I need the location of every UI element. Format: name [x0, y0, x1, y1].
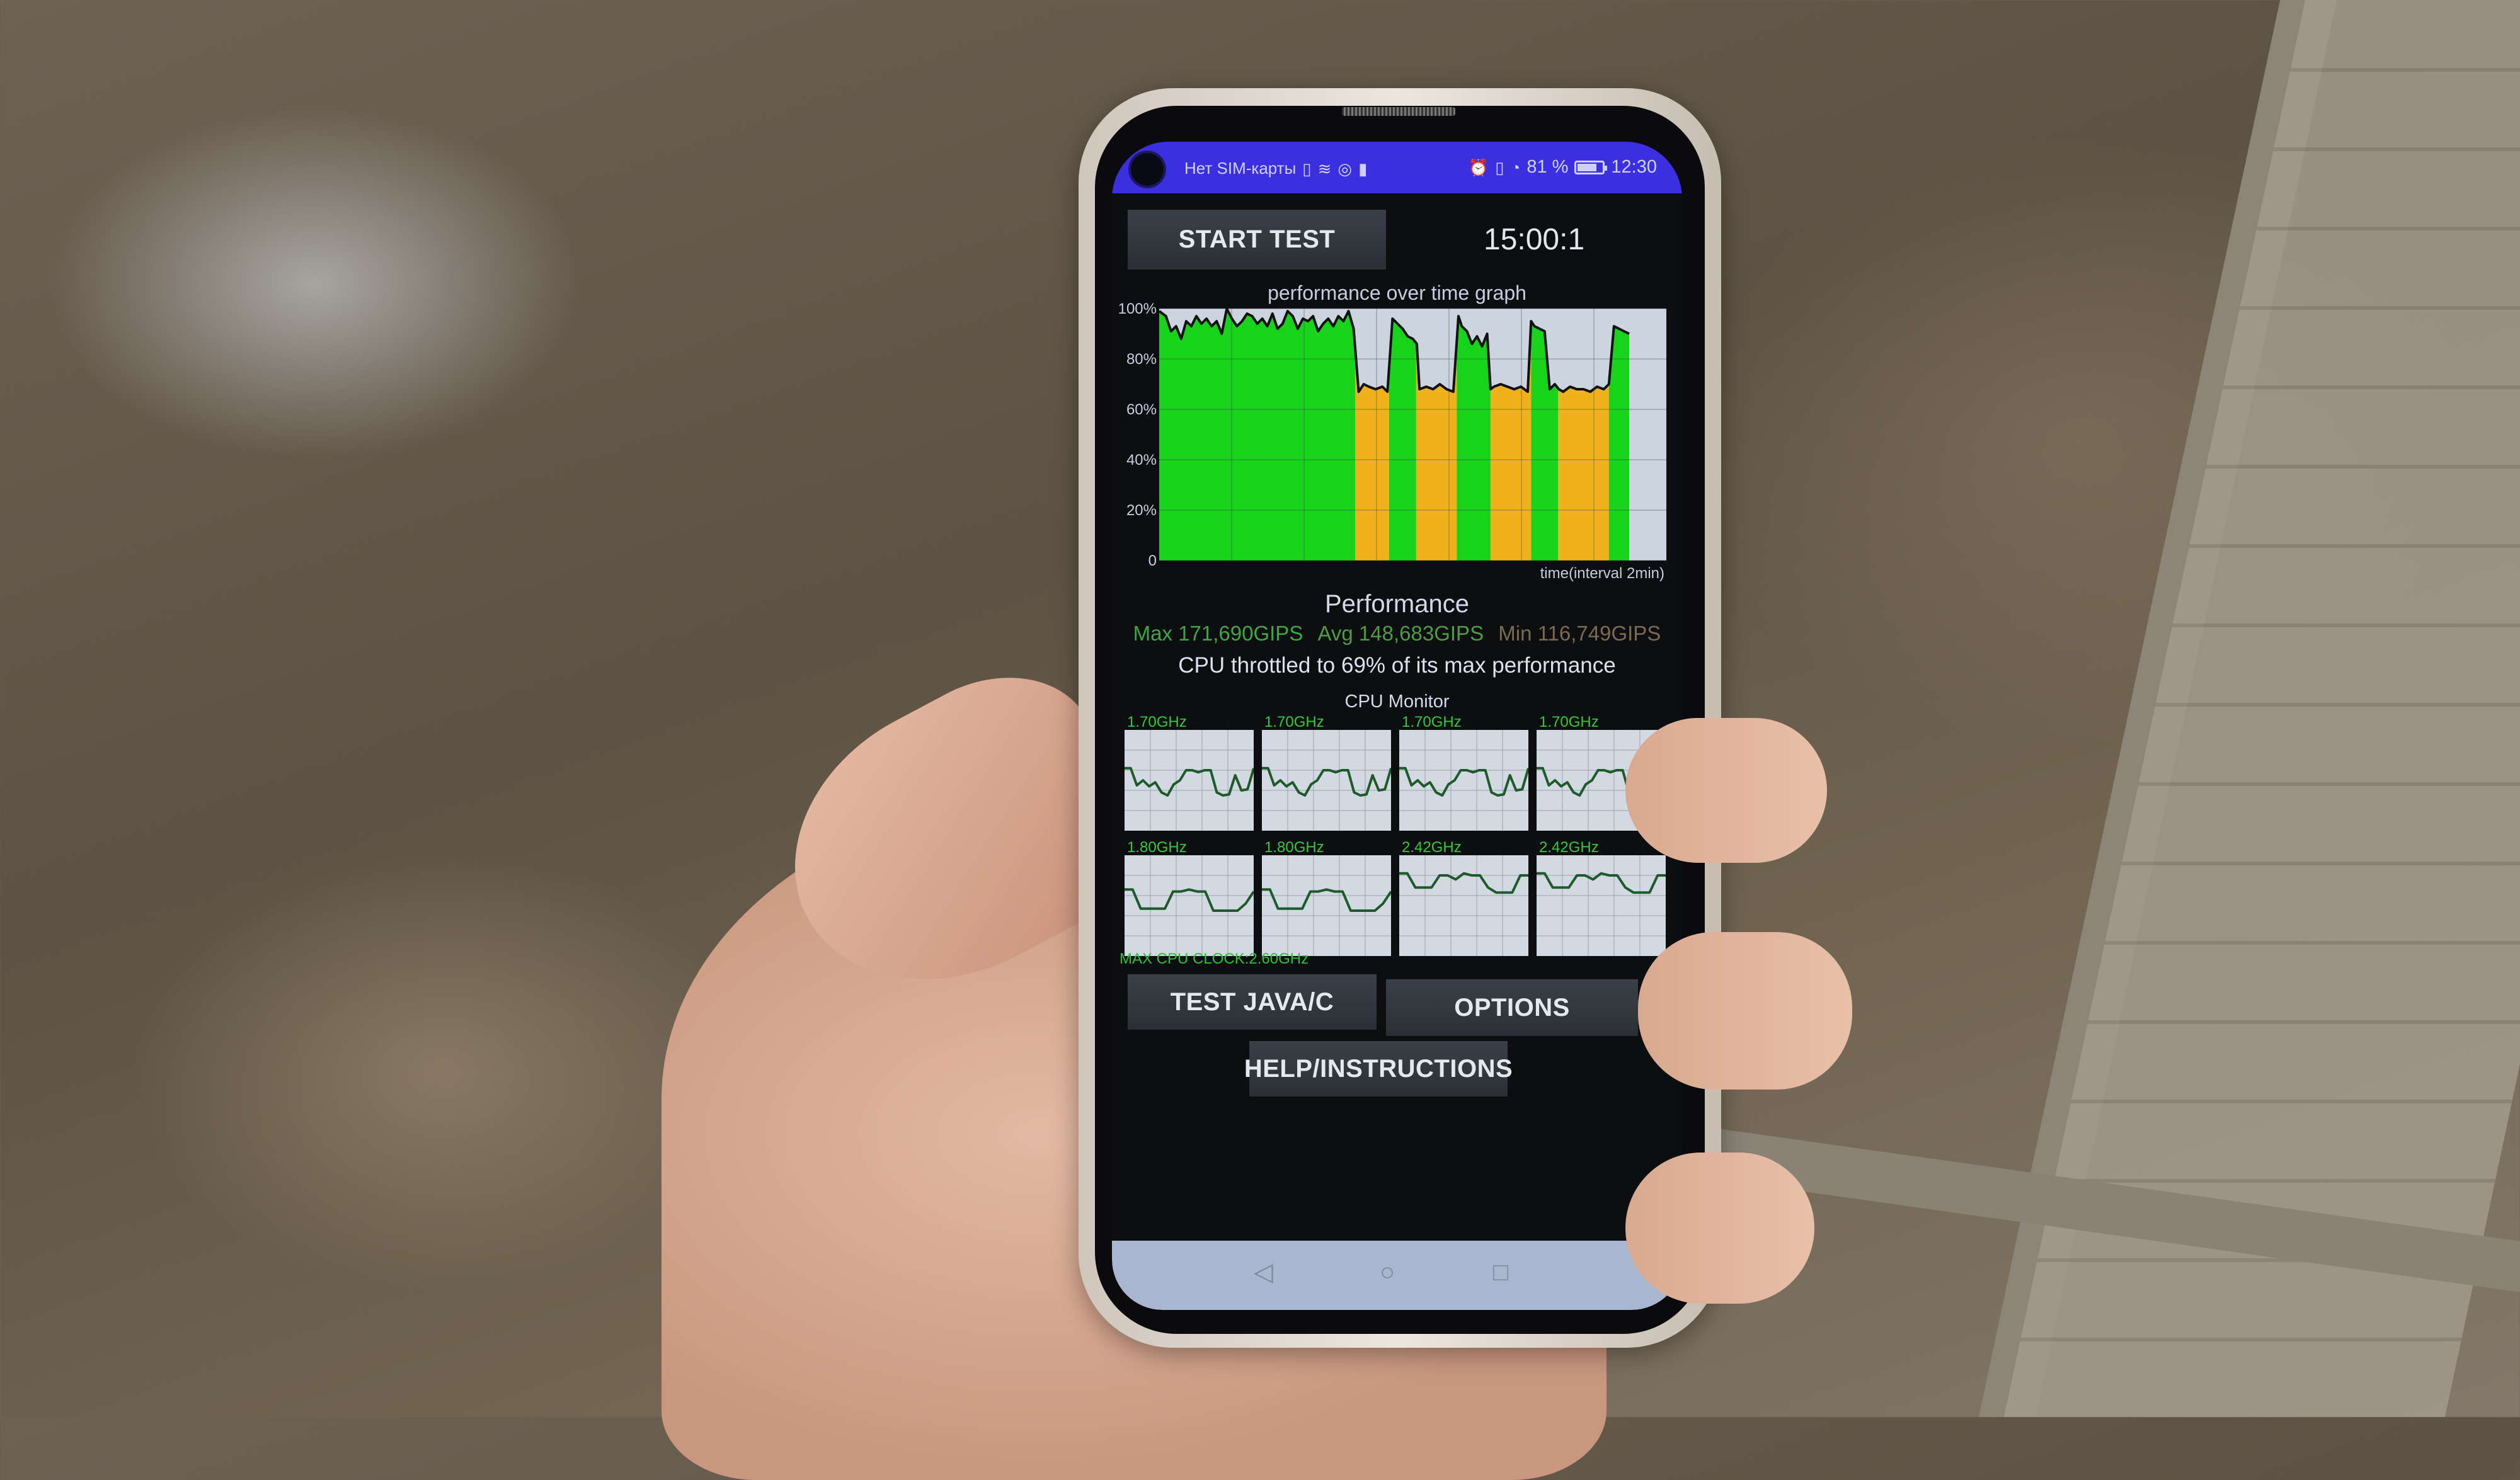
core-graph: [1537, 855, 1666, 956]
recents-icon[interactable]: □: [1493, 1260, 1508, 1285]
core-frequency: 2.42GHz: [1539, 839, 1599, 856]
segment-unthrottled: [1457, 316, 1491, 561]
y-tick-label: 100%: [1118, 302, 1157, 317]
core-frequency: 1.70GHz: [1402, 714, 1462, 731]
core-frequency: 1.80GHz: [1264, 839, 1324, 856]
cpu-core-0: 1.70GHz: [1125, 714, 1254, 834]
core-frequency: 2.42GHz: [1402, 839, 1462, 856]
test-java-c-button[interactable]: TEST JAVA/C: [1128, 974, 1377, 1030]
y-tick-label: 40%: [1126, 452, 1157, 469]
hand-finger: [1625, 1153, 1814, 1304]
y-tick-label: 60%: [1126, 401, 1157, 418]
core-graph: [1399, 730, 1528, 831]
core-frequency: 1.70GHz: [1539, 714, 1599, 731]
core-graph-bg: [1399, 855, 1528, 956]
cpu-core-4: 1.80GHz: [1125, 839, 1254, 959]
core-frequency: 1.70GHz: [1127, 714, 1187, 731]
max-gips: Max 171,690GIPS: [1133, 622, 1303, 645]
start-test-button[interactable]: START TEST: [1128, 210, 1386, 270]
performance-stats: Max 171,690GIPS Avg 148,683GIPS Min 116,…: [1112, 622, 1682, 646]
cpu-core-7: 2.42GHz: [1537, 839, 1666, 959]
core-graph: [1399, 855, 1528, 956]
core-frequency: 1.70GHz: [1264, 714, 1324, 731]
y-tick-label: 0: [1148, 552, 1157, 567]
carrier-label: Нет SIM-карты: [1184, 159, 1297, 178]
battery-level-fill: [1578, 163, 1597, 171]
wifi-icon: ≋: [1317, 159, 1332, 178]
y-tick-label: 80%: [1126, 351, 1157, 368]
y-tick-label: 20%: [1126, 502, 1157, 519]
performance-title: Performance: [1325, 590, 1469, 618]
back-icon[interactable]: ◁: [1254, 1260, 1273, 1285]
core-graph: [1262, 855, 1391, 956]
earpiece-speaker: [1342, 107, 1455, 116]
segment-unthrottled: [1159, 309, 1356, 561]
core-graph-bg: [1125, 855, 1254, 956]
sim-icon: ▯: [1302, 159, 1312, 178]
throttle-message: CPU throttled to 69% of its max performa…: [1178, 653, 1616, 678]
battery-percent: 81 %: [1526, 157, 1569, 177]
help-instructions-button[interactable]: HELP/INSTRUCTIONS: [1244, 1041, 1513, 1096]
hand-finger: [1625, 718, 1827, 863]
home-icon[interactable]: ○: [1380, 1260, 1395, 1285]
avg-gips: Avg 148,683GIPS: [1317, 622, 1484, 645]
performance-chart: 0 20% 40% 60% 80% 100%: [1118, 302, 1666, 567]
core-graph-bg: [1537, 855, 1666, 956]
core-frequency: 1.80GHz: [1127, 839, 1187, 856]
core-graph: [1125, 730, 1254, 831]
segment-throttled: [1558, 384, 1609, 561]
hand-finger: [1638, 932, 1852, 1090]
options-button[interactable]: OPTIONS: [1386, 979, 1638, 1036]
cpu-core-1: 1.70GHz: [1262, 714, 1392, 834]
chart-title: performance over time graph: [1268, 282, 1526, 304]
clock: 12:30: [1611, 157, 1657, 177]
phone-screen: Нет SIM-карты ▯ ≋ ◎ ▮ ⏰ ▯ ◔ 81 % 12:30 S…: [1112, 142, 1682, 1310]
core-graph: [1125, 855, 1254, 956]
battery-icon: [1574, 160, 1608, 174]
front-camera: [1131, 153, 1164, 186]
cpu-core-2: 1.70GHz: [1399, 714, 1529, 834]
instagram-icon: ◎: [1337, 159, 1353, 178]
min-gips: Min 116,749GIPS: [1498, 622, 1661, 645]
core-graph-bg: [1262, 855, 1391, 956]
test-timer: 15:00:1: [1484, 223, 1585, 256]
max-cpu-clock: MAX CPU CLOCK:2.60GHz: [1120, 950, 1309, 967]
cpu-monitor-title: CPU Monitor: [1344, 692, 1450, 712]
vibrate-icon: ▯: [1495, 157, 1504, 177]
core-graph: [1262, 730, 1391, 831]
status-bar: Нет SIM-карты ▯ ≋ ◎ ▮ ⏰ ▯ ◔ 81 % 12:30: [1112, 142, 1682, 193]
cpu-core-5: 1.80GHz: [1262, 839, 1392, 959]
alarm-icon: ⏰: [1468, 157, 1489, 177]
x-axis-label: time(interval 2min): [1540, 565, 1664, 582]
cpu-monitor-grid: 1.70GHz 1.70GHz 1.70GHz 1.70GHz 1.80GHz 1.80G…: [1125, 714, 1666, 959]
data-saver-icon: ◔: [1510, 157, 1521, 177]
battery-small-icon: ▮: [1358, 159, 1368, 178]
navigation-bar: ◁ ○ □: [1112, 1241, 1682, 1310]
segment-unthrottled: [1389, 319, 1416, 561]
cpu-core-6: 2.42GHz: [1399, 839, 1529, 959]
